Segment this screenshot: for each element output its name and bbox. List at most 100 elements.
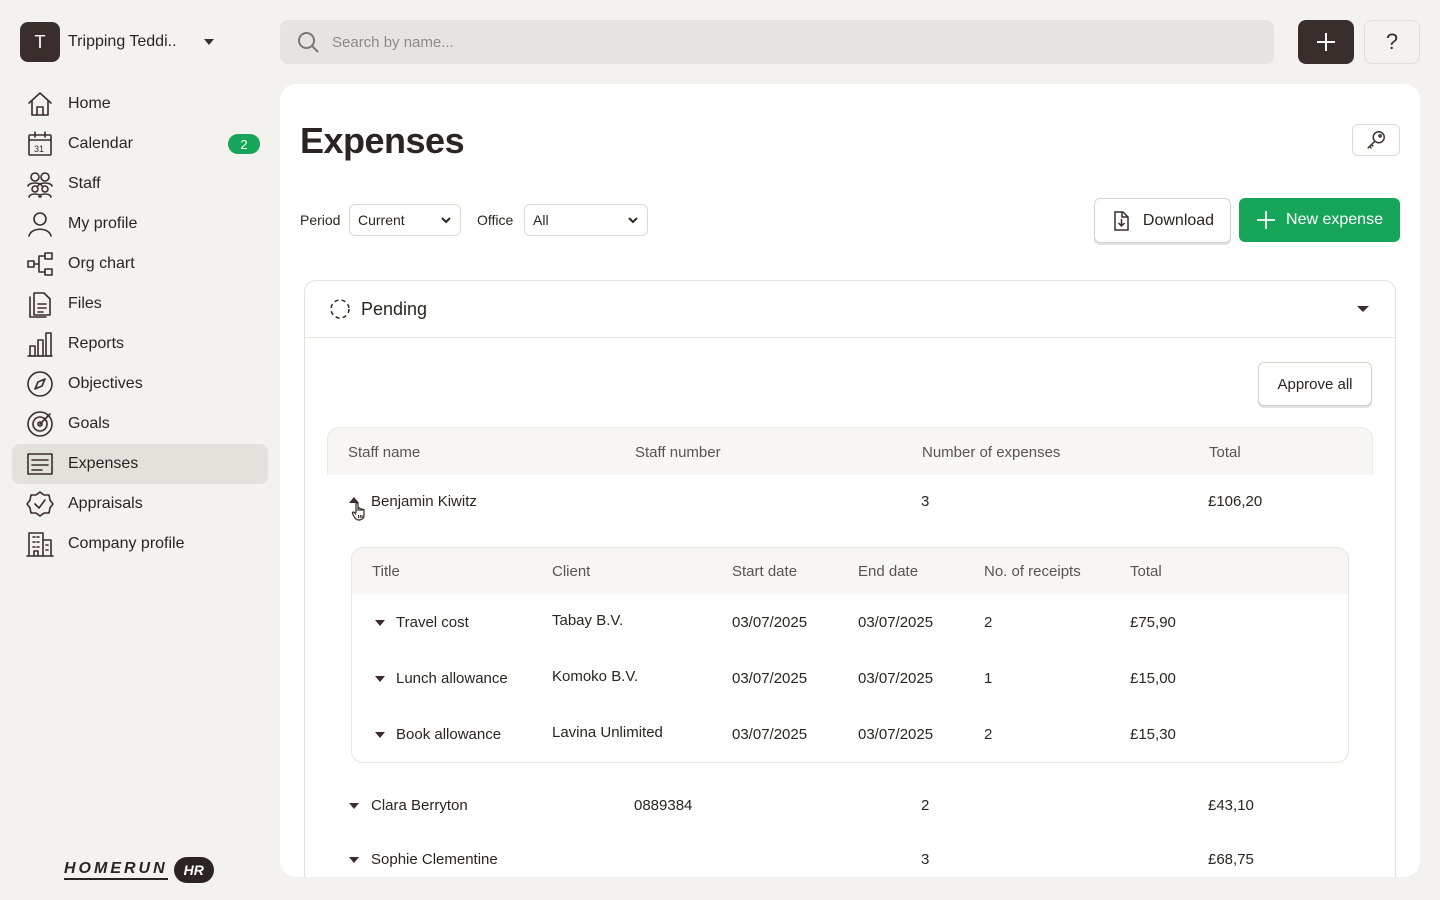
bar-chart-icon [26, 330, 54, 358]
expense-receipts: 1 [984, 670, 993, 687]
organization-avatar: T [20, 22, 60, 62]
key-icon [1367, 131, 1385, 149]
staff-name: Sophie Clementine [371, 851, 498, 868]
sidebar-item-label: My profile [68, 215, 138, 232]
sidebar-item-label: Objectives [68, 375, 143, 392]
table-row[interactable]: Lunch allowance Komoko B.V. 03/07/2025 0… [352, 650, 1348, 706]
expense-start-date: 03/07/2025 [732, 726, 808, 743]
expense-count: 3 [921, 493, 930, 510]
expense-title: Travel cost [396, 614, 469, 631]
plus-icon [1317, 33, 1335, 51]
staff-expenses-table: Staff name Staff number Number of expens… [327, 427, 1373, 877]
approve-all-button[interactable]: Approve all [1258, 362, 1372, 406]
table-row[interactable]: Clara Berryton 0889384 2 £43,10 [327, 779, 1373, 833]
expense-total: £15,30 [1130, 726, 1176, 743]
chevron-down-icon[interactable] [1357, 306, 1369, 312]
chevron-down-icon[interactable] [375, 676, 385, 682]
expense-end-date: 03/07/2025 [858, 726, 934, 743]
organization-switcher[interactable]: T Tripping Teddi.. [20, 22, 220, 62]
sidebar-item-label: Home [68, 95, 111, 112]
sidebar-item-my-profile[interactable]: My profile [12, 204, 268, 244]
staff-total: £43,10 [1208, 797, 1254, 814]
files-icon [26, 290, 54, 318]
sidebar-item-objectives[interactable]: Objectives [12, 364, 268, 404]
download-file-icon [1114, 210, 1129, 231]
search-icon [298, 32, 319, 53]
column-header-number-of-expenses: Number of expenses [922, 444, 1061, 461]
expense-start-date: 03/07/2025 [732, 614, 808, 631]
sidebar-item-staff[interactable]: Staff [12, 164, 268, 204]
help-button[interactable]: ? [1364, 20, 1420, 64]
expense-client: Lavina Unlimited [552, 724, 663, 741]
column-header-client: Client [552, 563, 591, 580]
column-header-staff-number: Staff number [635, 444, 721, 461]
homerun-hr-logo: HOMERUN HR [64, 856, 214, 884]
table-row[interactable]: Book allowance Lavina Unlimited 03/07/20… [352, 706, 1348, 762]
sidebar-item-reports[interactable]: Reports [12, 324, 268, 364]
calendar-count-badge: 2 [228, 134, 260, 154]
calendar-day-number: 31 [34, 144, 44, 154]
user-icon [26, 210, 54, 238]
home-icon [26, 90, 54, 118]
chevron-down-icon[interactable] [349, 803, 359, 809]
badge-check-icon [26, 490, 54, 518]
calendar-icon: 31 [26, 130, 54, 158]
column-header-total: Total [1130, 563, 1162, 580]
permissions-button[interactable] [1352, 124, 1400, 156]
sidebar-item-label: Calendar [68, 135, 133, 152]
download-button-label: Download [1142, 211, 1215, 229]
office-filter-label: Office [477, 212, 514, 228]
period-select[interactable]: Current [349, 204, 461, 236]
office-select-value: All [533, 212, 549, 228]
sidebar-item-label: Expenses [68, 455, 139, 472]
staff-name: Benjamin Kiwitz [371, 493, 477, 510]
sidebar-item-label: Org chart [68, 255, 135, 272]
building-icon [26, 530, 54, 558]
expense-end-date: 03/07/2025 [858, 670, 934, 687]
period-filter-label: Period [300, 212, 341, 228]
chevron-down-icon [204, 39, 214, 45]
period-select-value: Current [358, 212, 405, 228]
office-select[interactable]: All [524, 204, 648, 236]
sidebar-item-company-profile[interactable]: Company profile [12, 524, 268, 564]
chevron-down-icon[interactable] [375, 620, 385, 626]
sidebar-item-label: Staff [68, 175, 101, 192]
add-button[interactable] [1298, 20, 1354, 64]
sidebar-item-label: Files [68, 295, 102, 312]
sidebar-item-org-chart[interactable]: Org chart [12, 244, 268, 284]
search-bar [280, 20, 1274, 64]
sidebar-item-files[interactable]: Files [12, 284, 268, 324]
chevron-down-icon[interactable] [375, 732, 385, 738]
table-header: Title Client Start date End date No. of … [352, 548, 1348, 594]
pending-panel-header[interactable]: Pending [305, 281, 1395, 338]
expense-end-date: 03/07/2025 [858, 614, 934, 631]
pending-panel-title: Pending [361, 298, 428, 319]
column-header-end-date: End date [858, 563, 919, 580]
main-content: Expenses Period Current Office All Downl… [280, 84, 1420, 877]
staff-number: 0889384 [634, 797, 693, 814]
column-header-start-date: Start date [732, 563, 798, 580]
brand-wordmark: HOMERUN [64, 860, 168, 880]
new-expense-button[interactable]: New expense [1239, 198, 1400, 242]
chevron-down-icon [628, 217, 638, 224]
expense-receipts: 2 [984, 726, 993, 743]
download-button[interactable]: Download [1094, 198, 1231, 243]
plus-icon [1257, 211, 1276, 229]
sidebar-item-appraisals[interactable]: Appraisals [12, 484, 268, 524]
hand-cursor-icon [351, 502, 365, 521]
table-row[interactable]: Benjamin Kiwitz 3 £106,20 [327, 475, 1373, 529]
expense-client: Tabay B.V. [552, 612, 624, 629]
column-header-staff-name: Staff name [348, 444, 421, 461]
chevron-down-icon[interactable] [349, 857, 359, 863]
sidebar-item-goals[interactable]: Goals [12, 404, 268, 444]
search-input[interactable] [332, 33, 1232, 51]
sidebar-item-label: Company profile [68, 535, 185, 552]
sidebar-item-home[interactable]: Home [12, 84, 268, 124]
table-row[interactable]: Travel cost Tabay B.V. 03/07/2025 03/07/… [352, 594, 1348, 650]
sidebar-item-label: Appraisals [68, 495, 143, 512]
table-row[interactable]: Sophie Clementine 3 £68,75 [327, 833, 1373, 877]
sidebar-item-calendar[interactable]: 31 Calendar 2 [12, 124, 268, 164]
compass-icon [26, 370, 54, 398]
sidebar-item-expenses[interactable]: Expenses [12, 444, 268, 484]
sidebar-item-label: Reports [68, 335, 125, 352]
